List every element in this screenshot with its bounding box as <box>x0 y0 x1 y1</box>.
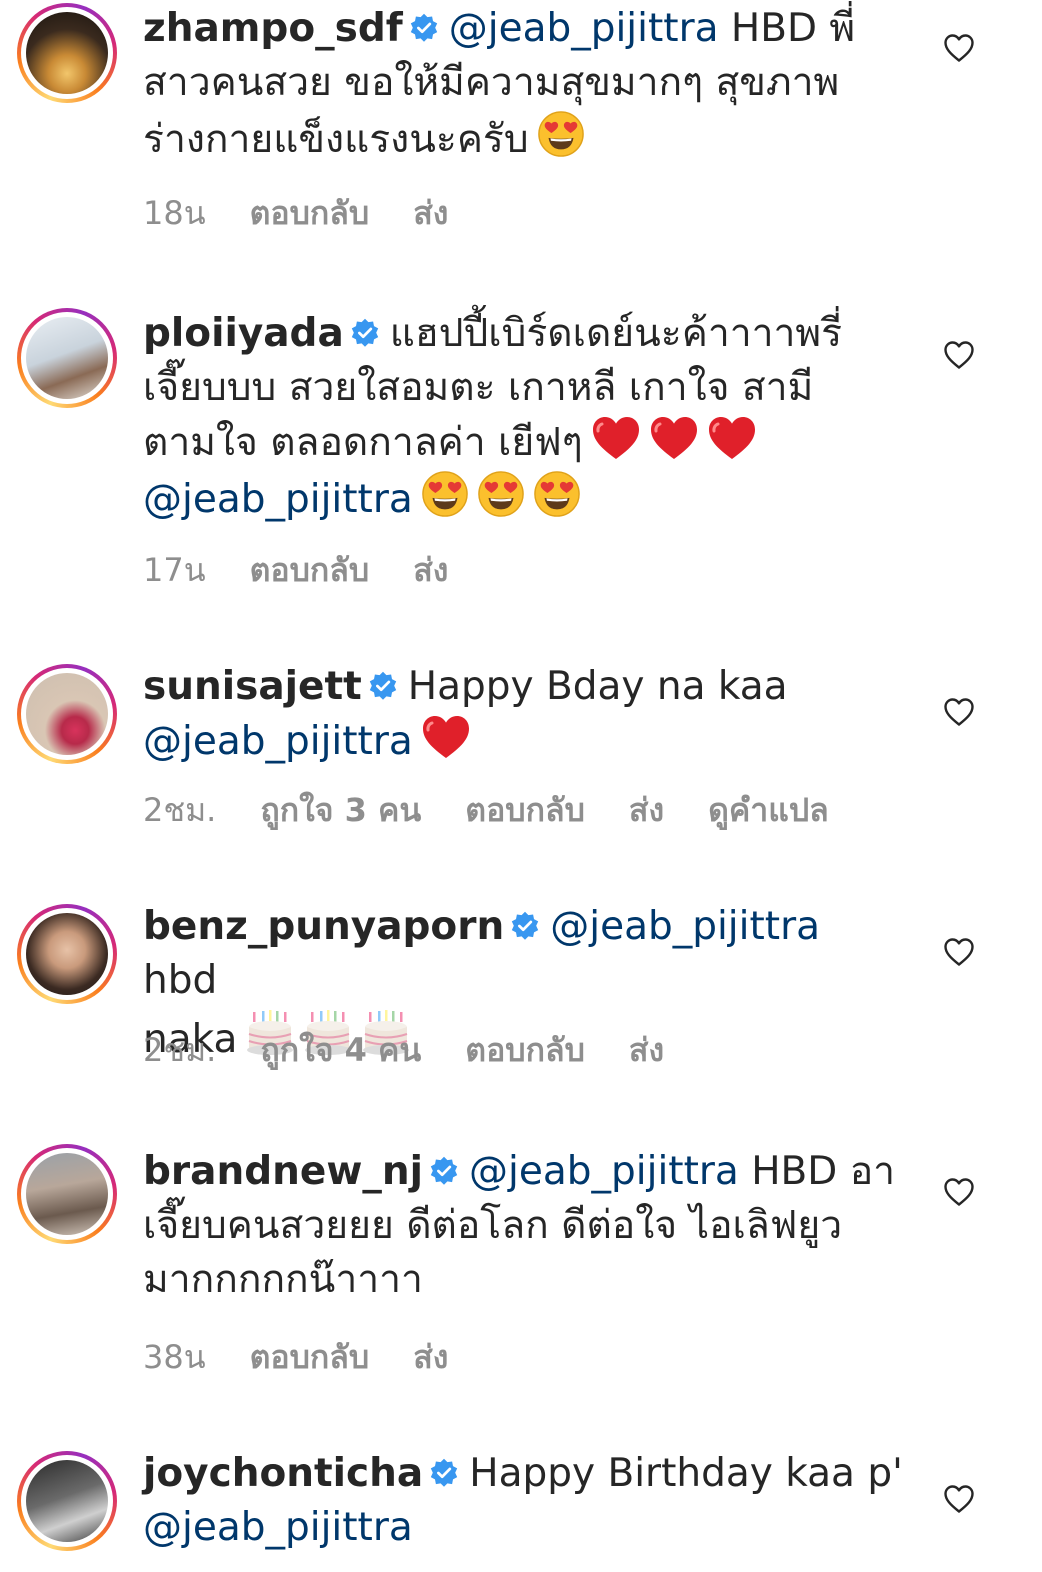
mention-link[interactable]: @jeab_pijittra <box>469 1149 739 1194</box>
verified-badge-icon <box>368 671 398 701</box>
likes-count[interactable]: ถูกใจ 4 คน <box>260 1031 421 1069</box>
comment-text: ploiiyada แฮปปี้เบิร์ดเดย์นะค้าาาาพรี่ เจ… <box>143 307 903 527</box>
send-button[interactable]: ส่ง <box>413 551 448 589</box>
verified-badge-icon <box>429 1156 459 1186</box>
comment-meta: 18น ตอบกลับ ส่ง <box>143 188 492 239</box>
reply-button[interactable]: ตอบกลับ <box>465 791 585 829</box>
comment-meta: 17น ตอบกลับ ส่ง <box>143 545 492 596</box>
comment-meta: 2ชม. ถูกใจ 3 คน ตอบกลับ ส่ง ดูคำแปล <box>143 785 873 836</box>
heart-outline-icon[interactable] <box>943 1484 975 1514</box>
timestamp: 38น <box>143 1338 206 1376</box>
comment-text: brandnew_nj @jeab_pijittra HBD อา เจี๊ยบค… <box>143 1145 903 1307</box>
reply-button[interactable]: ตอบกลับ <box>250 1338 370 1376</box>
comment-text: joychonticha Happy Birthday kaa p' @jeab_… <box>143 1447 903 1555</box>
avatar[interactable] <box>17 904 117 1004</box>
verified-badge-icon <box>429 1458 459 1488</box>
mention-link[interactable]: @jeab_pijittra <box>449 6 719 51</box>
username[interactable]: joychonticha <box>143 1451 423 1496</box>
timestamp: 18น <box>143 194 206 232</box>
comment-text: zhampo_sdf @jeab_pijittra HBD พี่ สาวคนสว… <box>143 2 903 167</box>
heart-eyes-emoji <box>537 110 585 158</box>
username[interactable]: zhampo_sdf <box>143 6 403 51</box>
comment-body: Happy Birthday kaa p' <box>469 1451 903 1496</box>
comment-body: hbd <box>143 958 218 1003</box>
username[interactable]: ploiiyada <box>143 311 344 356</box>
verified-badge-icon <box>510 911 540 941</box>
reply-button[interactable]: ตอบกลับ <box>250 194 370 232</box>
comment-body: HBD อา <box>738 1149 896 1194</box>
verified-badge-icon <box>409 13 439 43</box>
send-button[interactable]: ส่ง <box>629 791 664 829</box>
avatar[interactable] <box>17 1144 117 1244</box>
avatar[interactable] <box>17 3 117 103</box>
likes-count[interactable]: ถูกใจ 3 คน <box>260 791 421 829</box>
heart-eyes-emoji <box>421 470 469 518</box>
username[interactable]: sunisajett <box>143 664 362 709</box>
comment-body: HBD พี่ <box>718 6 856 51</box>
comment-body: Happy Bday na kaa <box>407 664 788 709</box>
red-heart-emoji <box>707 415 757 461</box>
mention-link[interactable]: @jeab_pijittra <box>143 1505 413 1550</box>
username[interactable]: benz_punyaporn <box>143 904 504 949</box>
comment-meta: 38น ตอบกลับ ส่ง <box>143 1332 492 1383</box>
comment-body: เจี๊ยบบบ สวยใสอมตะ เกาหลี เกาใจ สามี <box>143 365 814 410</box>
comment-body: แฮปปี้เบิร์ดเดย์นะค้าาาาพรี่ <box>389 311 843 356</box>
translate-button[interactable]: ดูคำแปล <box>708 791 829 829</box>
heart-eyes-emoji <box>533 470 581 518</box>
timestamp: 17น <box>143 551 206 589</box>
comment-meta: 2ชม. ถูกใจ 4 คน ตอบกลับ ส่ง <box>143 1025 708 1076</box>
comment-body: ตามใจ ตลอดกาลค่า เยีฟๆ <box>143 420 583 465</box>
mention-link[interactable]: @jeab_pijittra <box>143 477 413 522</box>
heart-outline-icon[interactable] <box>943 33 975 63</box>
heart-outline-icon[interactable] <box>943 340 975 370</box>
comment-body: สาวคนสวย ขอให้มีความสุขมากๆ สุขภาพ <box>143 60 840 105</box>
reply-button[interactable]: ตอบกลับ <box>465 1031 585 1069</box>
send-button[interactable]: ส่ง <box>413 1338 448 1376</box>
avatar[interactable] <box>17 308 117 408</box>
username[interactable]: brandnew_nj <box>143 1149 423 1194</box>
comment-body: ร่างกายแข็งแรงนะครับ <box>143 117 529 162</box>
timestamp: 2ชม. <box>143 791 217 829</box>
avatar[interactable] <box>17 1451 117 1551</box>
heart-eyes-emoji <box>477 470 525 518</box>
timestamp: 2ชม. <box>143 1031 217 1069</box>
avatar[interactable] <box>17 664 117 764</box>
comment-body: เจี๊ยบคนสวยยย ดีต่อโลก ดีต่อใจ ไอเลิฟยูว <box>143 1203 843 1248</box>
red-heart-emoji <box>591 415 641 461</box>
red-heart-emoji <box>421 714 471 760</box>
reply-button[interactable]: ตอบกลับ <box>250 551 370 589</box>
send-button[interactable]: ส่ง <box>413 194 448 232</box>
mention-link[interactable]: @jeab_pijittra <box>550 904 820 949</box>
heart-outline-icon[interactable] <box>943 937 975 967</box>
comment-text: sunisajett Happy Bday na kaa @jeab_pijitt… <box>143 660 903 769</box>
send-button[interactable]: ส่ง <box>629 1031 664 1069</box>
mention-link[interactable]: @jeab_pijittra <box>143 719 413 764</box>
heart-outline-icon[interactable] <box>943 697 975 727</box>
heart-outline-icon[interactable] <box>943 1177 975 1207</box>
verified-badge-icon <box>350 318 380 348</box>
comment-body: มากกกกกน๊าาาา <box>143 1257 423 1302</box>
red-heart-emoji <box>649 415 699 461</box>
